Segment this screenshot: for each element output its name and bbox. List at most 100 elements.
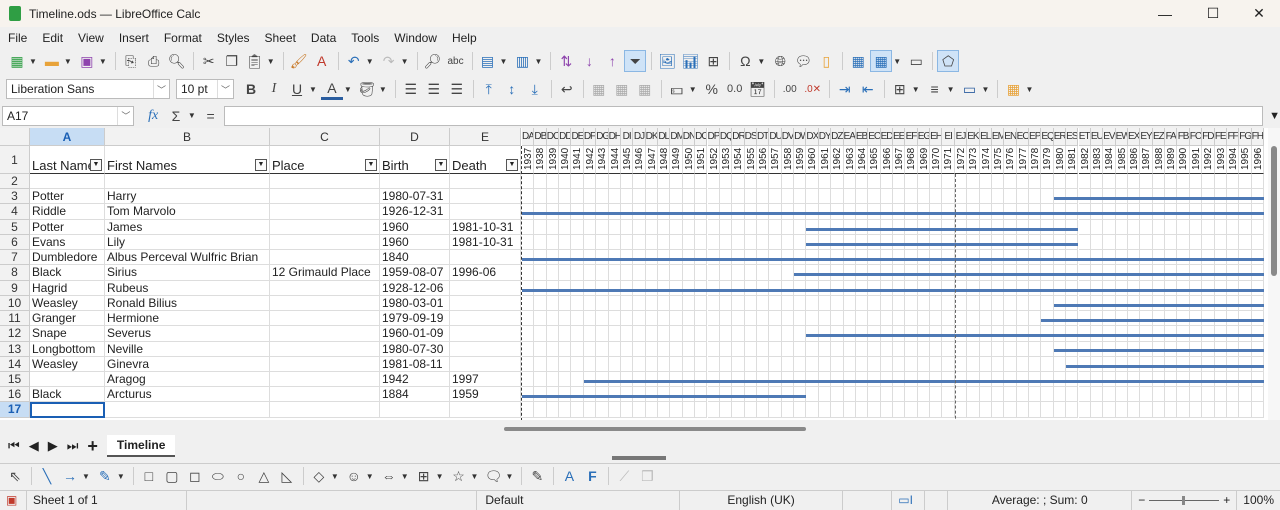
timeline-cell[interactable]	[868, 402, 881, 418]
timeline-cell[interactable]	[756, 219, 770, 235]
timeline-cell[interactable]	[843, 356, 856, 372]
timeline-cell[interactable]	[905, 311, 918, 327]
timeline-cell[interactable]	[843, 295, 856, 312]
column-header-DA[interactable]: DA	[522, 128, 535, 146]
timeline-cell[interactable]	[1165, 234, 1178, 251]
timeline-cell[interactable]	[917, 174, 931, 190]
column-header-FA[interactable]: FA	[1165, 128, 1178, 146]
print-icon[interactable]: ⎙	[143, 50, 165, 72]
row-header-14[interactable]: 14	[0, 356, 30, 372]
cell-C5[interactable]	[270, 219, 380, 235]
timeline-cell[interactable]	[732, 402, 745, 418]
rectangle-icon[interactable]: □	[138, 465, 160, 487]
timeline-cell[interactable]	[781, 341, 795, 357]
timeline-cell[interactable]	[633, 326, 646, 342]
save-icon[interactable]: ▣	[76, 50, 98, 72]
timeline-cell[interactable]	[831, 295, 844, 312]
line-icon[interactable]: ╲	[36, 465, 58, 487]
timeline-cell[interactable]	[954, 356, 968, 372]
cell-A13[interactable]: Longbottom	[30, 341, 105, 357]
timeline-cell[interactable]	[967, 387, 980, 403]
timeline-cell[interactable]	[1078, 387, 1091, 403]
border-style-dropdown-icon[interactable]: ▼	[947, 85, 955, 94]
timeline-cell[interactable]	[645, 341, 659, 357]
menu-insert[interactable]: Insert	[119, 31, 149, 45]
timeline-cell[interactable]	[843, 174, 856, 190]
timeline-cell[interactable]	[769, 295, 782, 312]
cell-E8[interactable]: 1996-06	[450, 265, 521, 281]
cell-B12[interactable]: Severus	[105, 326, 270, 342]
horizontal-scrollbar[interactable]	[504, 427, 806, 431]
timeline-cell[interactable]	[868, 311, 881, 327]
header-cell-C[interactable]: Place ▼	[270, 146, 380, 174]
timeline-cell[interactable]	[806, 189, 819, 205]
timeline-cell[interactable]	[930, 189, 943, 205]
timeline-cell[interactable]	[571, 356, 584, 372]
timeline-cell[interactable]	[571, 265, 584, 281]
timeline-cell[interactable]	[608, 189, 621, 205]
timeline-cell[interactable]	[855, 402, 869, 418]
timeline-cell[interactable]	[1115, 234, 1128, 251]
column-header-FC[interactable]: FC	[1189, 128, 1203, 146]
timeline-cell[interactable]	[1078, 234, 1091, 251]
timeline-cell[interactable]	[707, 402, 720, 418]
timeline-cell[interactable]	[905, 387, 918, 403]
timeline-cell[interactable]	[522, 189, 535, 205]
timeline-cell[interactable]	[620, 265, 634, 281]
timeline-cell[interactable]	[682, 295, 696, 312]
timeline-cell[interactable]	[893, 387, 906, 403]
timeline-cell[interactable]	[781, 234, 795, 251]
cell-A8[interactable]: Black	[30, 265, 105, 281]
menu-data[interactable]: Data	[311, 31, 336, 45]
timeline-cell[interactable]	[522, 402, 535, 418]
font-name-combo[interactable]: Liberation Sans ﹀	[6, 79, 170, 99]
scroll-thumb[interactable]	[1271, 146, 1277, 276]
timeline-cell[interactable]	[670, 174, 683, 190]
timeline-cell[interactable]	[744, 341, 757, 357]
column-header-EP[interactable]: EP	[1029, 128, 1042, 146]
timeline-cell[interactable]	[781, 311, 795, 327]
timeline-cell[interactable]	[670, 402, 683, 418]
sort-icon[interactable]: ⇅	[555, 50, 577, 72]
timeline-cell[interactable]	[1053, 174, 1067, 190]
timeline-cell[interactable]	[645, 189, 659, 205]
timeline-cell[interactable]	[534, 326, 547, 342]
timeline-cell[interactable]	[744, 234, 757, 251]
cell-B4[interactable]: Tom Marvolo	[105, 204, 270, 220]
timeline-cell[interactable]	[608, 265, 621, 281]
timeline-cell[interactable]	[756, 234, 770, 251]
column-header-EF[interactable]: EF	[905, 128, 918, 146]
timeline-cell[interactable]	[1029, 174, 1042, 190]
split-window-icon[interactable]: ▭	[905, 50, 927, 72]
column-header-DF[interactable]: DF	[583, 128, 597, 146]
timeline-cell[interactable]	[991, 174, 1005, 190]
column-header-EG[interactable]: EG	[917, 128, 931, 146]
timeline-cell[interactable]	[571, 341, 584, 357]
sum-dropdown-icon[interactable]: ▼	[188, 111, 196, 120]
timeline-cell[interactable]	[707, 189, 720, 205]
timeline-cell[interactable]	[559, 326, 572, 342]
timeline-cell[interactable]	[967, 402, 980, 418]
cell-D16[interactable]: 1884	[380, 387, 450, 403]
timeline-cell[interactable]	[522, 356, 535, 372]
header-footer-icon[interactable]: ▯	[815, 50, 837, 72]
column-header-C[interactable]: C	[270, 128, 380, 146]
column-header-ER[interactable]: ER	[1053, 128, 1067, 146]
timeline-cell[interactable]	[534, 219, 547, 235]
timeline-cell[interactable]	[794, 326, 807, 342]
corner-cell[interactable]	[0, 128, 30, 146]
menu-sheet[interactable]: Sheet	[265, 31, 296, 45]
timeline-cell[interactable]	[522, 371, 535, 388]
timeline-cell[interactable]	[1103, 387, 1116, 403]
timeline-cell[interactable]	[1165, 174, 1178, 190]
timeline-cell[interactable]	[991, 356, 1005, 372]
timeline-cell[interactable]	[942, 402, 955, 418]
timeline-cell[interactable]	[843, 387, 856, 403]
cell-A11[interactable]: Granger	[30, 311, 105, 327]
timeline-cell[interactable]	[942, 356, 955, 372]
timeline-cell[interactable]	[1016, 402, 1030, 418]
column-header-DI[interactable]: DI	[620, 128, 634, 146]
row-header-2[interactable]: 2	[0, 174, 30, 190]
row-icon[interactable]: ▤	[477, 50, 499, 72]
timeline-cell[interactable]	[1214, 174, 1227, 190]
